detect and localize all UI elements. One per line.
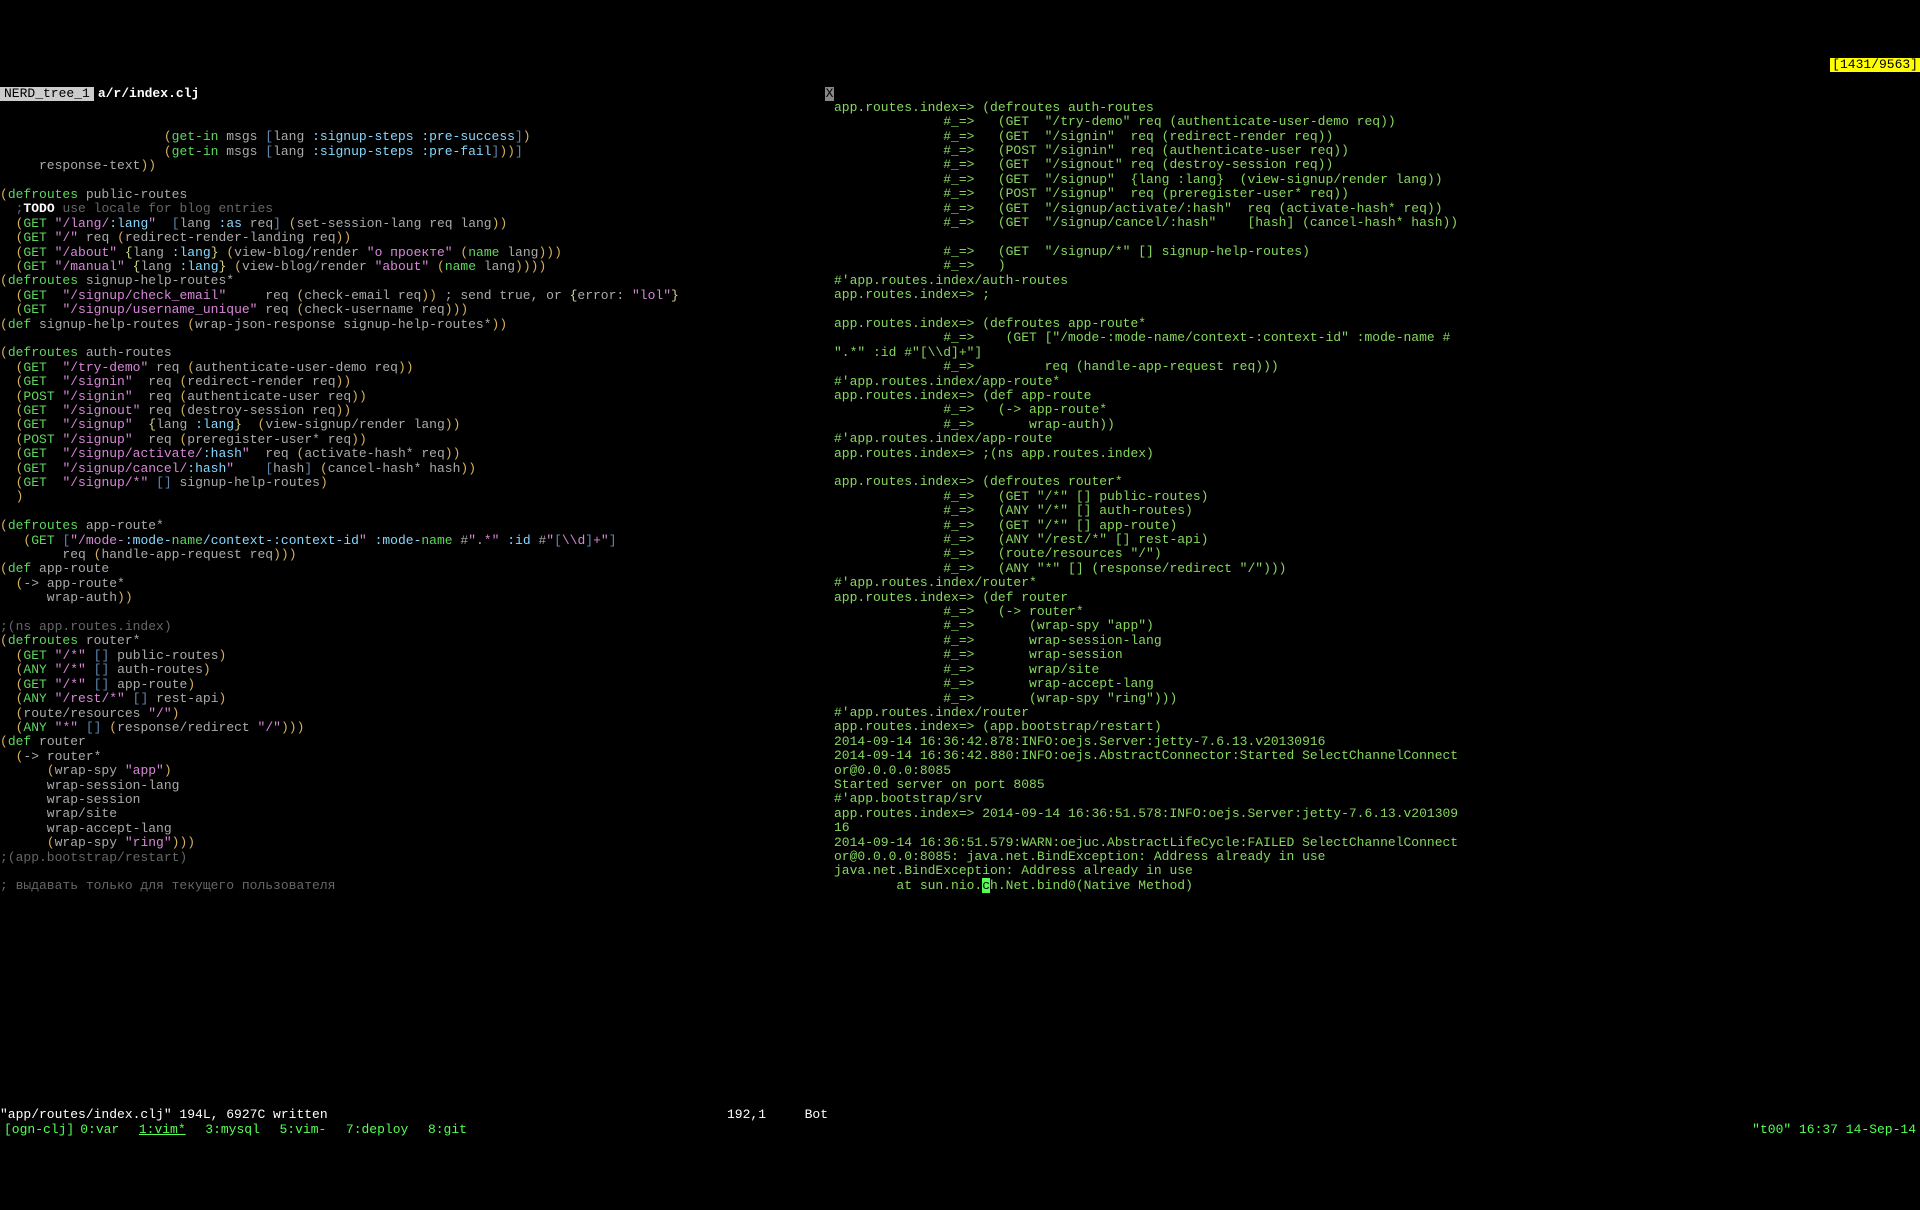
status-message: "app/routes/index.clj" 194L, 6927C writt…	[0, 1108, 328, 1122]
editor-pane[interactable]: NERD_tree_1 a/r/index.clj X (get-in msgs…	[0, 58, 834, 1123]
scroll-percent: Bot	[774, 1108, 834, 1122]
code-editor[interactable]: (get-in msgs [lang :signup-steps :pre-su…	[0, 130, 834, 894]
tmux-session: [ogn-clj]	[4, 1123, 74, 1137]
repl-pane[interactable]: [1431/9563] app.routes.index=> (defroute…	[834, 58, 1920, 1123]
vim-status-line: "app/routes/index.clj" 194L, 6927C writt…	[0, 1108, 834, 1122]
tab-active-file[interactable]: a/r/index.clj	[94, 87, 203, 101]
tmux-window[interactable]: 8:git	[428, 1122, 467, 1137]
tmux-window[interactable]: 5:vim-	[279, 1122, 326, 1137]
close-icon[interactable]: X	[825, 87, 834, 101]
tmux-status-bar: [ogn-clj] 0:var 1:vim* 3:mysql 5:vim- 7:…	[0, 1123, 1920, 1138]
tab-bar: NERD_tree_1 a/r/index.clj X	[0, 86, 834, 101]
repl-output[interactable]: app.routes.index=> (defroutes auth-route…	[834, 101, 1920, 893]
tmux-windows[interactable]: 0:var 1:vim* 3:mysql 5:vim- 7:deploy 8:g…	[80, 1123, 471, 1137]
tmux-window[interactable]: 1:vim*	[139, 1122, 186, 1137]
tmux-window[interactable]: 3:mysql	[205, 1122, 260, 1137]
tmux-window[interactable]: 7:deploy	[346, 1122, 408, 1137]
scrollback-counter: [1431/9563]	[1830, 58, 1920, 72]
tmux-clock: "t00" 16:37 14-Sep-14	[1752, 1123, 1916, 1137]
cursor-position: 192,1	[727, 1108, 774, 1122]
tab-nerdtree[interactable]: NERD_tree_1	[0, 87, 94, 101]
tmux-window[interactable]: 0:var	[80, 1122, 119, 1137]
